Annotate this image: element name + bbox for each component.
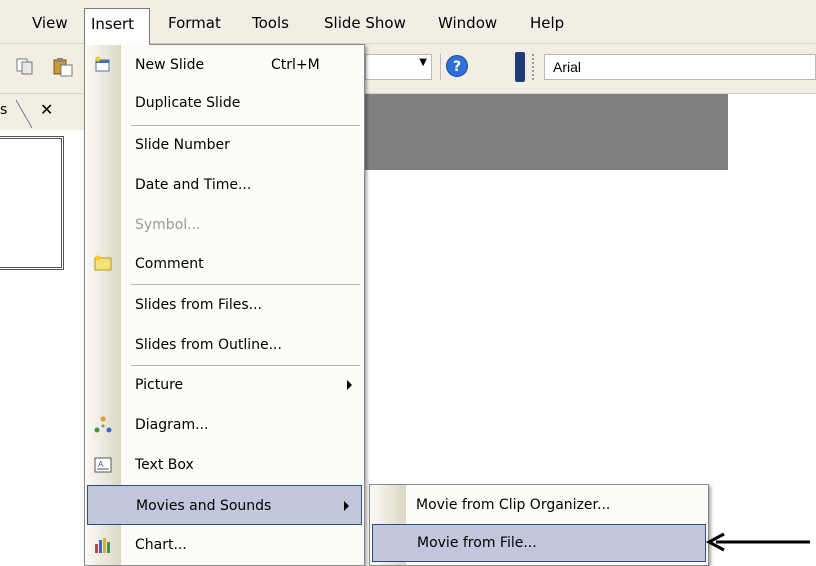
slide-thumbnail[interactable] [0, 136, 64, 270]
menu-item-label: Chart... [135, 537, 187, 553]
menu-item-slide-number[interactable]: Slide Number [85, 125, 364, 165]
menu-item-slides-from-outline[interactable]: Slides from Outline... [85, 325, 364, 365]
new-slide-icon [94, 56, 112, 74]
menu-item-label: Slide Number [135, 137, 230, 153]
menu-item-label: Date and Time... [135, 177, 252, 193]
menu-item-diagram[interactable]: Diagram... [85, 405, 364, 445]
menu-item-label: Movie from Clip Organizer... [416, 497, 611, 513]
toolbar-separator [440, 54, 441, 80]
tab-divider [15, 99, 33, 129]
zoom-combo[interactable]: ▼ [365, 54, 432, 80]
chevron-right-icon [344, 501, 349, 511]
menu-item-label: Symbol... [135, 217, 201, 233]
menu-insert[interactable]: Insert [84, 8, 150, 45]
slide-workspace [364, 94, 728, 170]
menu-item-label: Diagram... [135, 417, 209, 433]
annotation-arrow [706, 532, 810, 552]
diagram-icon [94, 416, 112, 434]
menu-item-label: Slides from Outline... [135, 337, 282, 353]
menu-item-new-slide[interactable]: New Slide Ctrl+M [85, 45, 364, 85]
menu-item-label: Movie from File... [417, 535, 537, 551]
menu-item-chart[interactable]: Chart... [85, 525, 364, 565]
menu-item-text-box[interactable]: A Text Box [85, 445, 364, 485]
menu-item-movies-and-sounds[interactable]: Movies and Sounds [87, 485, 362, 525]
font-name-field[interactable]: Arial [544, 54, 816, 80]
menu-item-label: Slides from Files... [135, 297, 263, 313]
movies-and-sounds-submenu: Movie from Clip Organizer... Movie from … [369, 484, 709, 566]
menu-item-picture[interactable]: Picture [85, 365, 364, 405]
close-icon[interactable]: ✕ [40, 100, 53, 119]
menu-item-date-and-time[interactable]: Date and Time... [85, 165, 364, 205]
menu-item-label: Duplicate Slide [135, 95, 241, 111]
insert-menu: New Slide Ctrl+M Duplicate Slide Slide N… [84, 44, 365, 566]
menu-item-label: New Slide [135, 57, 205, 73]
svg-text:A: A [98, 460, 104, 469]
comment-icon [94, 255, 112, 273]
menu-slide-show[interactable]: Slide Show [318, 8, 412, 38]
help-icon[interactable]: ? [446, 55, 468, 77]
menu-item-movie-from-clip-organizer[interactable]: Movie from Clip Organizer... [370, 485, 708, 525]
menu-item-label: Movies and Sounds [136, 498, 272, 514]
chevron-right-icon [347, 380, 352, 390]
menu-item-shortcut: Ctrl+M [271, 57, 320, 73]
menu-item-comment[interactable]: Comment [85, 244, 364, 284]
menu-item-label: Picture [135, 377, 184, 393]
menu-item-slides-from-files[interactable]: Slides from Files... [85, 285, 364, 325]
menu-item-label: Comment [135, 256, 204, 272]
copy-icon[interactable] [16, 57, 34, 75]
menu-tools[interactable]: Tools [246, 8, 295, 38]
paste-icon[interactable] [52, 57, 73, 77]
tab-slides[interactable]: s [0, 102, 14, 118]
toolbar-options-grip[interactable] [515, 52, 525, 82]
menu-help[interactable]: Help [524, 8, 570, 38]
menu-item-duplicate-slide[interactable]: Duplicate Slide [85, 83, 364, 123]
menu-window[interactable]: Window [432, 8, 503, 38]
chevron-down-icon: ▼ [419, 57, 427, 68]
toolbar-grip[interactable] [532, 54, 536, 80]
chart-icon [94, 536, 112, 554]
menu-item-label: Text Box [135, 457, 194, 473]
menu-item-movie-from-file[interactable]: Movie from File... [372, 524, 706, 562]
text-box-icon: A [94, 456, 112, 474]
menu-format[interactable]: Format [162, 8, 227, 38]
menu-bar: View Insert Format Tools Slide Show Wind… [0, 0, 816, 45]
menu-item-symbol: Symbol... [85, 205, 364, 245]
menu-view[interactable]: View [26, 8, 74, 38]
